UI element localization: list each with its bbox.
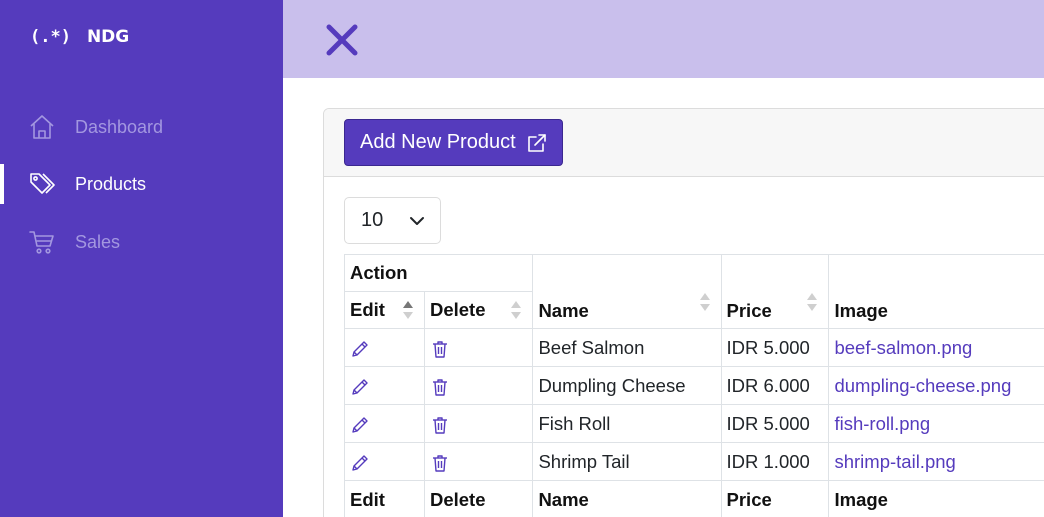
product-price: IDR 5.000	[720, 404, 830, 443]
chevron-down-icon	[410, 217, 424, 225]
delete-cell	[423, 442, 534, 481]
table-row: Fish Roll IDR 5.000 fish-roll.png	[344, 404, 1044, 443]
action-group-header: Action	[343, 254, 534, 292]
product-name: Fish Roll	[532, 404, 722, 443]
add-new-product-button[interactable]: Add New Product	[344, 119, 563, 166]
edit-column-header[interactable]: Edit	[344, 291, 425, 329]
trash-icon[interactable]	[430, 339, 450, 359]
edit-cell	[344, 366, 425, 405]
products-table: Action Name Price Image Edit Delete Beef…	[343, 254, 1044, 517]
delete-column-header[interactable]: Delete	[423, 291, 534, 329]
close-icon[interactable]	[325, 23, 359, 57]
products-card: Add New Product 10 Action Name Price Ima…	[323, 108, 1044, 517]
brand-name: NDG	[86, 27, 130, 47]
image-link[interactable]: fish-roll.png	[834, 413, 930, 434]
sidebar-item-products[interactable]: Products	[0, 164, 283, 204]
page-length-select[interactable]: 10	[344, 197, 441, 244]
footer-delete: Delete	[423, 480, 534, 517]
column-label: Edit	[350, 299, 385, 320]
brand-logo: (.*)	[30, 27, 71, 47]
sidebar-item-label: Products	[75, 173, 147, 194]
page-length-value: 10	[361, 209, 384, 231]
pencil-icon[interactable]	[350, 377, 370, 397]
sidebar: (.*) NDG Dashboard Products Sales	[0, 0, 283, 517]
name-column-header[interactable]: Name	[532, 254, 722, 329]
pencil-icon[interactable]	[350, 453, 370, 473]
external-link-icon	[527, 133, 546, 152]
add-new-product-label: Add New Product	[360, 131, 516, 153]
column-label: Delete	[429, 299, 486, 320]
delete-cell	[423, 366, 534, 405]
footer-price: Price	[720, 480, 830, 517]
product-price: IDR 6.000	[720, 366, 830, 405]
sidebar-item-dashboard[interactable]: Dashboard	[0, 107, 283, 147]
sort-icon	[699, 293, 710, 311]
footer-name: Name	[532, 480, 722, 517]
product-price: IDR 5.000	[720, 328, 830, 367]
product-name: Shrimp Tail	[532, 442, 722, 481]
column-label: Price	[726, 300, 772, 321]
sort-icon	[511, 301, 522, 319]
image-cell: fish-roll.png	[828, 404, 1044, 443]
sort-icon	[807, 293, 818, 311]
sort-asc-icon	[402, 301, 413, 319]
pencil-icon[interactable]	[350, 339, 370, 359]
product-price: IDR 1.000	[720, 442, 830, 481]
edit-cell	[344, 404, 425, 443]
column-label: Name	[538, 300, 589, 321]
delete-cell	[423, 404, 534, 443]
edit-cell	[344, 442, 425, 481]
table-row: Beef Salmon IDR 5.000 beef-salmon.png	[344, 328, 1044, 367]
sidebar-item-sales[interactable]: Sales	[0, 222, 283, 262]
product-name: Dumpling Cheese	[532, 366, 722, 405]
tag-icon	[30, 173, 55, 194]
trash-icon[interactable]	[430, 453, 450, 473]
image-link[interactable]: beef-salmon.png	[834, 337, 972, 358]
trash-icon[interactable]	[430, 415, 450, 435]
footer-image: Image	[828, 480, 1044, 517]
image-cell: shrimp-tail.png	[828, 442, 1044, 481]
sidebar-item-label: Dashboard	[75, 116, 164, 137]
image-cell: beef-salmon.png	[828, 328, 1044, 367]
footer-edit: Edit	[344, 480, 425, 517]
topbar	[283, 0, 1044, 78]
pencil-icon[interactable]	[350, 415, 370, 435]
trash-icon[interactable]	[430, 377, 450, 397]
image-column-header[interactable]: Image	[828, 254, 1044, 329]
product-name: Beef Salmon	[532, 328, 722, 367]
delete-cell	[423, 328, 534, 367]
image-link[interactable]: dumpling-cheese.png	[834, 375, 1011, 396]
image-cell: dumpling-cheese.png	[828, 366, 1044, 405]
sidebar-item-label: Sales	[75, 231, 121, 252]
table-row: Dumpling Cheese IDR 6.000 dumpling-cheese.…	[344, 366, 1044, 405]
edit-cell	[344, 328, 425, 367]
price-column-header[interactable]: Price	[720, 254, 830, 329]
card-header: Add New Product	[324, 109, 1044, 177]
column-label: Image	[834, 300, 888, 321]
table-row: Shrimp Tail IDR 1.000 shrimp-tail.png	[344, 442, 1044, 481]
image-link[interactable]: shrimp-tail.png	[834, 451, 955, 472]
brand[interactable]: (.*) NDG	[30, 27, 129, 47]
home-icon	[30, 115, 54, 139]
cart-icon	[29, 231, 54, 254]
